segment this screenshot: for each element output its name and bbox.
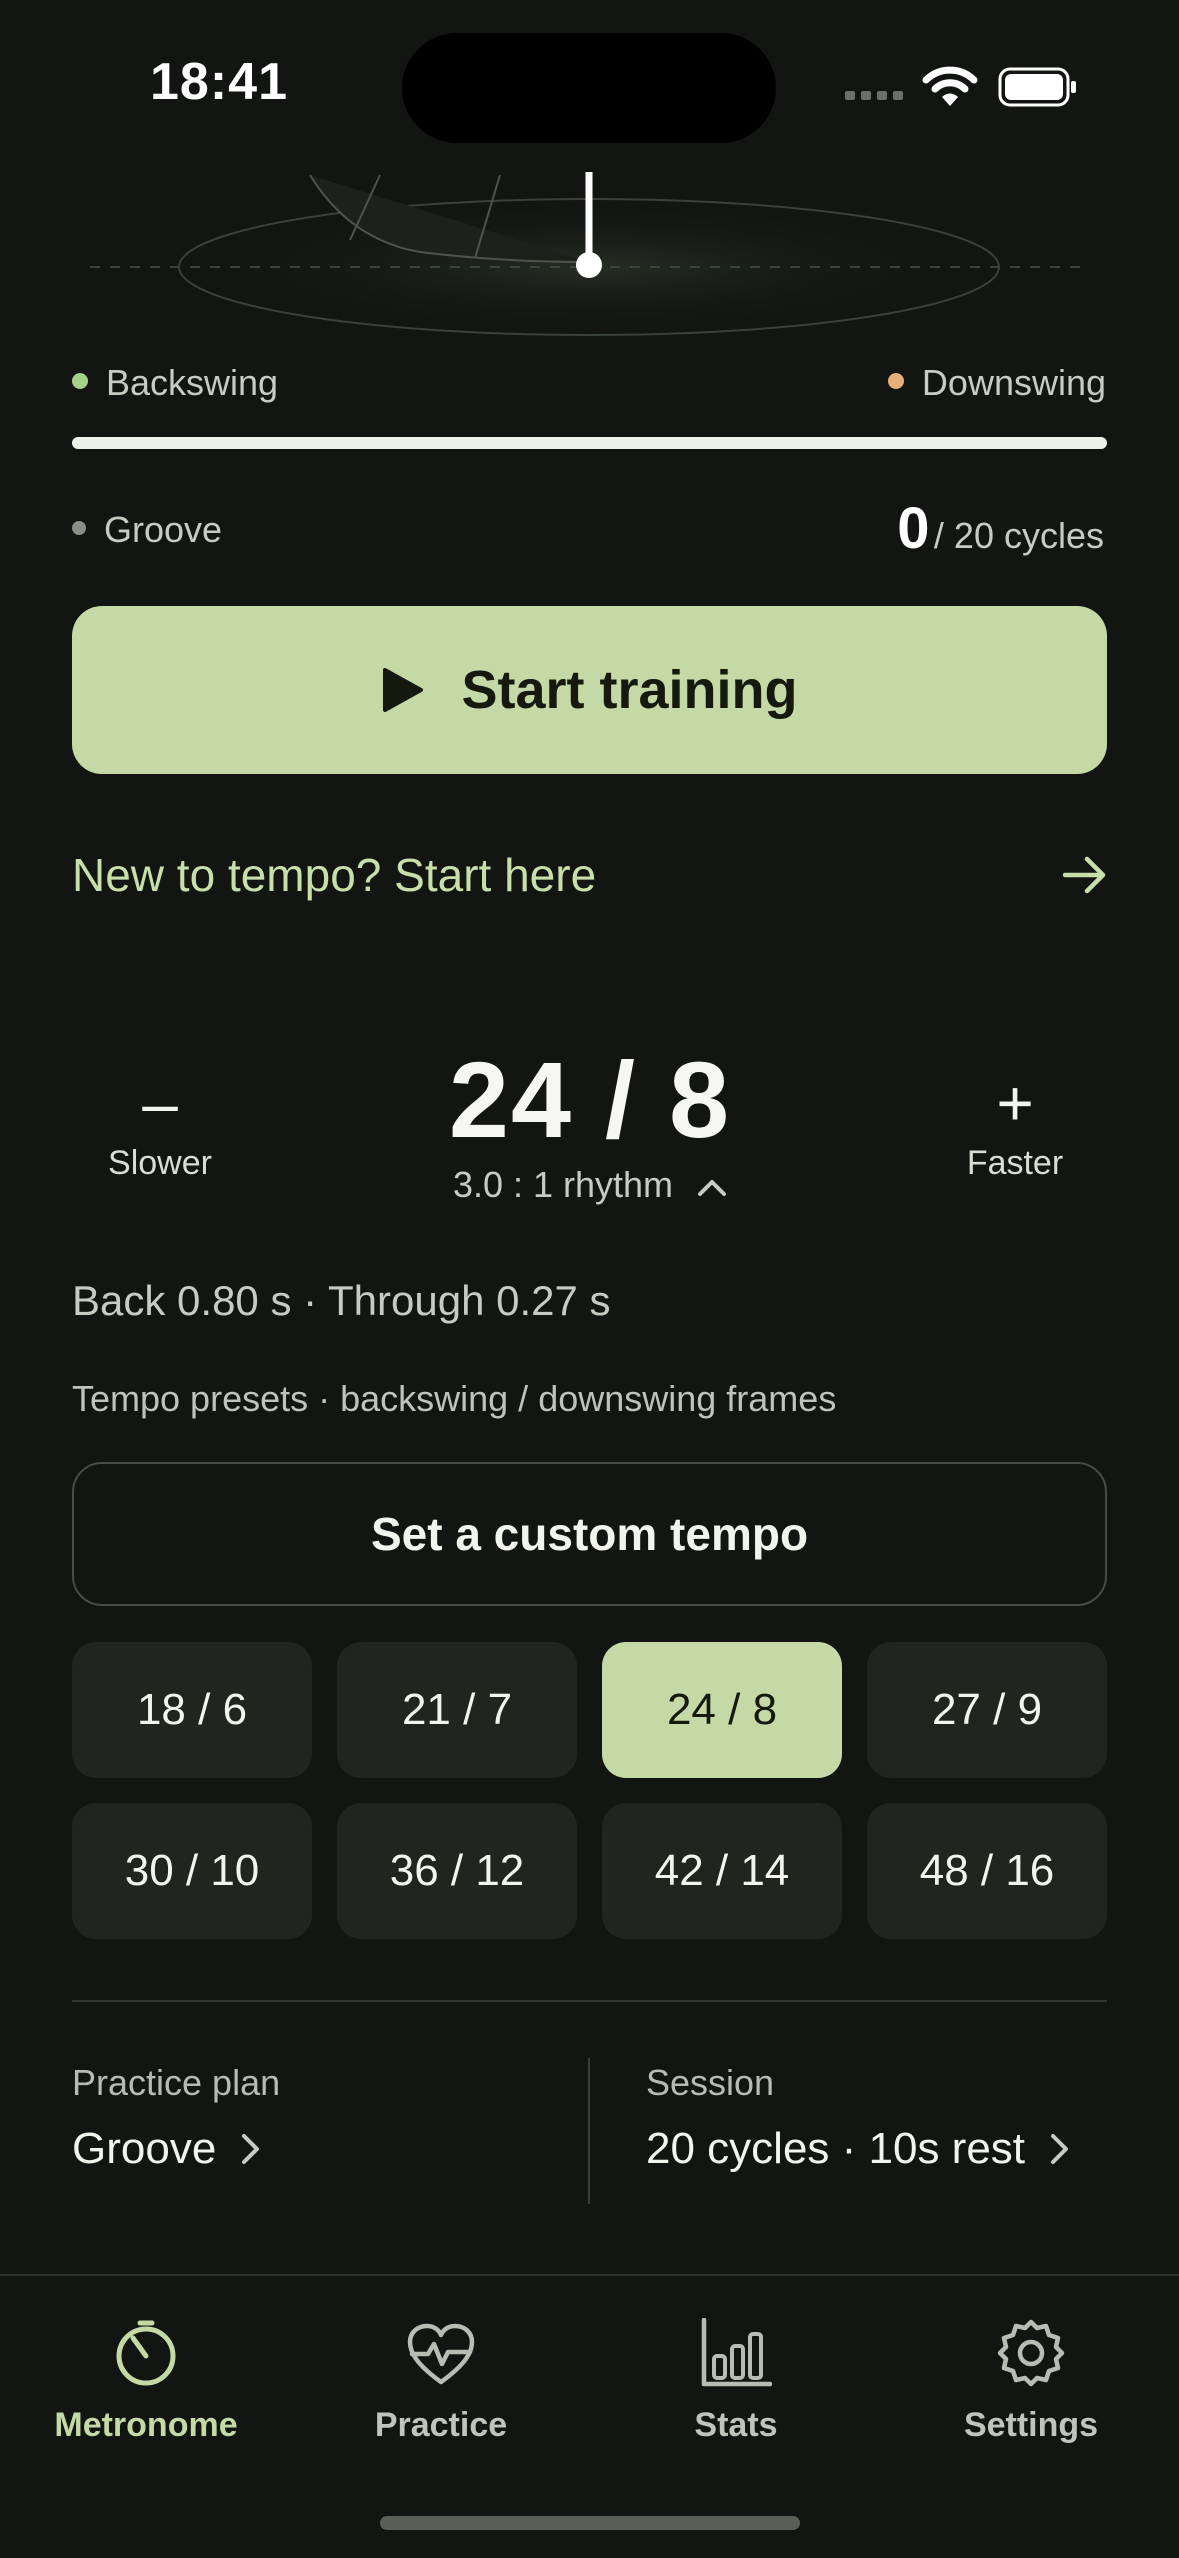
slower-label: Slower — [108, 1144, 212, 1182]
tab-practice-label: Practice — [374, 2406, 508, 2444]
tempo-display: 24 / 8 3.0 : 1 rhythm — [390, 1040, 790, 1206]
preset-chip[interactable]: 36 / 12 — [337, 1803, 577, 1939]
arrow-right-icon — [1063, 856, 1106, 894]
presets-caption: Tempo presets · backswing / downswing fr… — [72, 1378, 837, 1419]
heart-pulse-icon — [407, 2323, 475, 2385]
tab-metronome-label: Metronome — [54, 2406, 238, 2444]
session-caption: Session — [646, 2062, 775, 2103]
practice-plan-selector[interactable]: Practice plan Groove — [72, 2062, 280, 2174]
preset-chip[interactable]: 27 / 9 — [867, 1642, 1107, 1778]
cellular-signal-icon — [845, 91, 903, 100]
practice-plan-value: Groove — [72, 2124, 217, 2173]
chevron-right-icon — [242, 2134, 260, 2164]
session-value: 20 cycles · 10s rest — [646, 2124, 1026, 2173]
custom-tempo-button[interactable]: Set a custom tempo — [72, 1462, 1107, 1606]
start-training-button[interactable]: Start training — [72, 606, 1107, 774]
chevron-right-icon — [1051, 2134, 1069, 2164]
section-divider — [72, 2000, 1107, 2002]
faster-label: Faster — [966, 1144, 1064, 1182]
preset-chip[interactable]: 30 / 10 — [72, 1803, 312, 1939]
preset-chip[interactable]: 18 / 6 — [72, 1642, 312, 1778]
intro-link-label: New to tempo? Start here — [72, 849, 597, 901]
tab-settings-label: Settings — [963, 2406, 1099, 2444]
plan-indicator-label: Groove — [104, 509, 223, 550]
chevron-up-icon — [698, 1180, 727, 1196]
cycle-count: 0 — [897, 496, 930, 561]
cycle-counter: 0 / 20 cycles — [897, 495, 1104, 562]
home-indicator — [380, 2516, 800, 2530]
cycle-total: / 20 cycles — [933, 515, 1104, 556]
tab-stats[interactable]: Stats — [596, 2312, 876, 2445]
legend-backswing-label: Backswing — [106, 362, 279, 403]
bar-chart-icon — [701, 2318, 772, 2387]
tab-stats-label: Stats — [694, 2406, 778, 2444]
intro-link[interactable]: New to tempo? Start here — [72, 840, 1107, 910]
backswing-dot-icon — [72, 373, 88, 390]
downswing-dot-icon — [887, 373, 904, 390]
swing-progress-bar — [72, 437, 1107, 449]
preset-chip[interactable]: 48 / 16 — [867, 1803, 1107, 1939]
minus-icon: – — [142, 1067, 178, 1139]
rhythm-toggle[interactable]: 3.0 : 1 rhythm — [390, 1164, 790, 1206]
preset-chip[interactable]: 42 / 14 — [602, 1803, 842, 1939]
status-time: 18:41 — [150, 53, 288, 111]
plan-indicator: Groove — [72, 509, 222, 551]
vertical-divider — [588, 2058, 590, 2204]
legend-downswing-label: Downswing — [921, 362, 1106, 403]
swing-arc-visual — [90, 172, 1090, 336]
battery-icon — [998, 67, 1076, 107]
dynamic-island — [402, 33, 776, 143]
legend-backswing: Backswing — [72, 362, 278, 404]
tab-settings[interactable]: Settings — [891, 2312, 1171, 2445]
tab-metronome[interactable]: Metronome — [6, 2312, 286, 2445]
groove-dot-icon — [72, 521, 86, 536]
gear-icon — [997, 2319, 1065, 2387]
preset-chip[interactable]: 21 / 7 — [337, 1642, 577, 1778]
metronome-icon — [116, 2320, 176, 2386]
faster-button[interactable]: + Faster — [925, 1068, 1105, 1183]
plus-icon: + — [996, 1067, 1034, 1139]
tempo-value: 24 / 8 — [448, 1039, 732, 1160]
start-training-label: Start training — [461, 660, 798, 720]
wifi-icon — [922, 66, 978, 106]
preset-grid: 18 / 6 21 / 7 24 / 8 27 / 9 30 / 10 36 /… — [72, 1642, 1107, 1939]
rhythm-label: 3.0 : 1 rhythm — [452, 1164, 674, 1205]
practice-plan-caption: Practice plan — [72, 2062, 281, 2103]
custom-tempo-label: Set a custom tempo — [370, 1508, 809, 1560]
tab-practice[interactable]: Practice — [301, 2312, 581, 2445]
timing-info: Back 0.80 s · Through 0.27 s — [72, 1277, 611, 1324]
legend-downswing: Downswing — [887, 362, 1106, 404]
session-selector[interactable]: Session 20 cycles · 10s rest — [646, 2062, 1071, 2174]
preset-chip-selected[interactable]: 24 / 8 — [602, 1642, 842, 1778]
slower-button[interactable]: – Slower — [70, 1068, 250, 1183]
play-icon — [383, 668, 424, 712]
